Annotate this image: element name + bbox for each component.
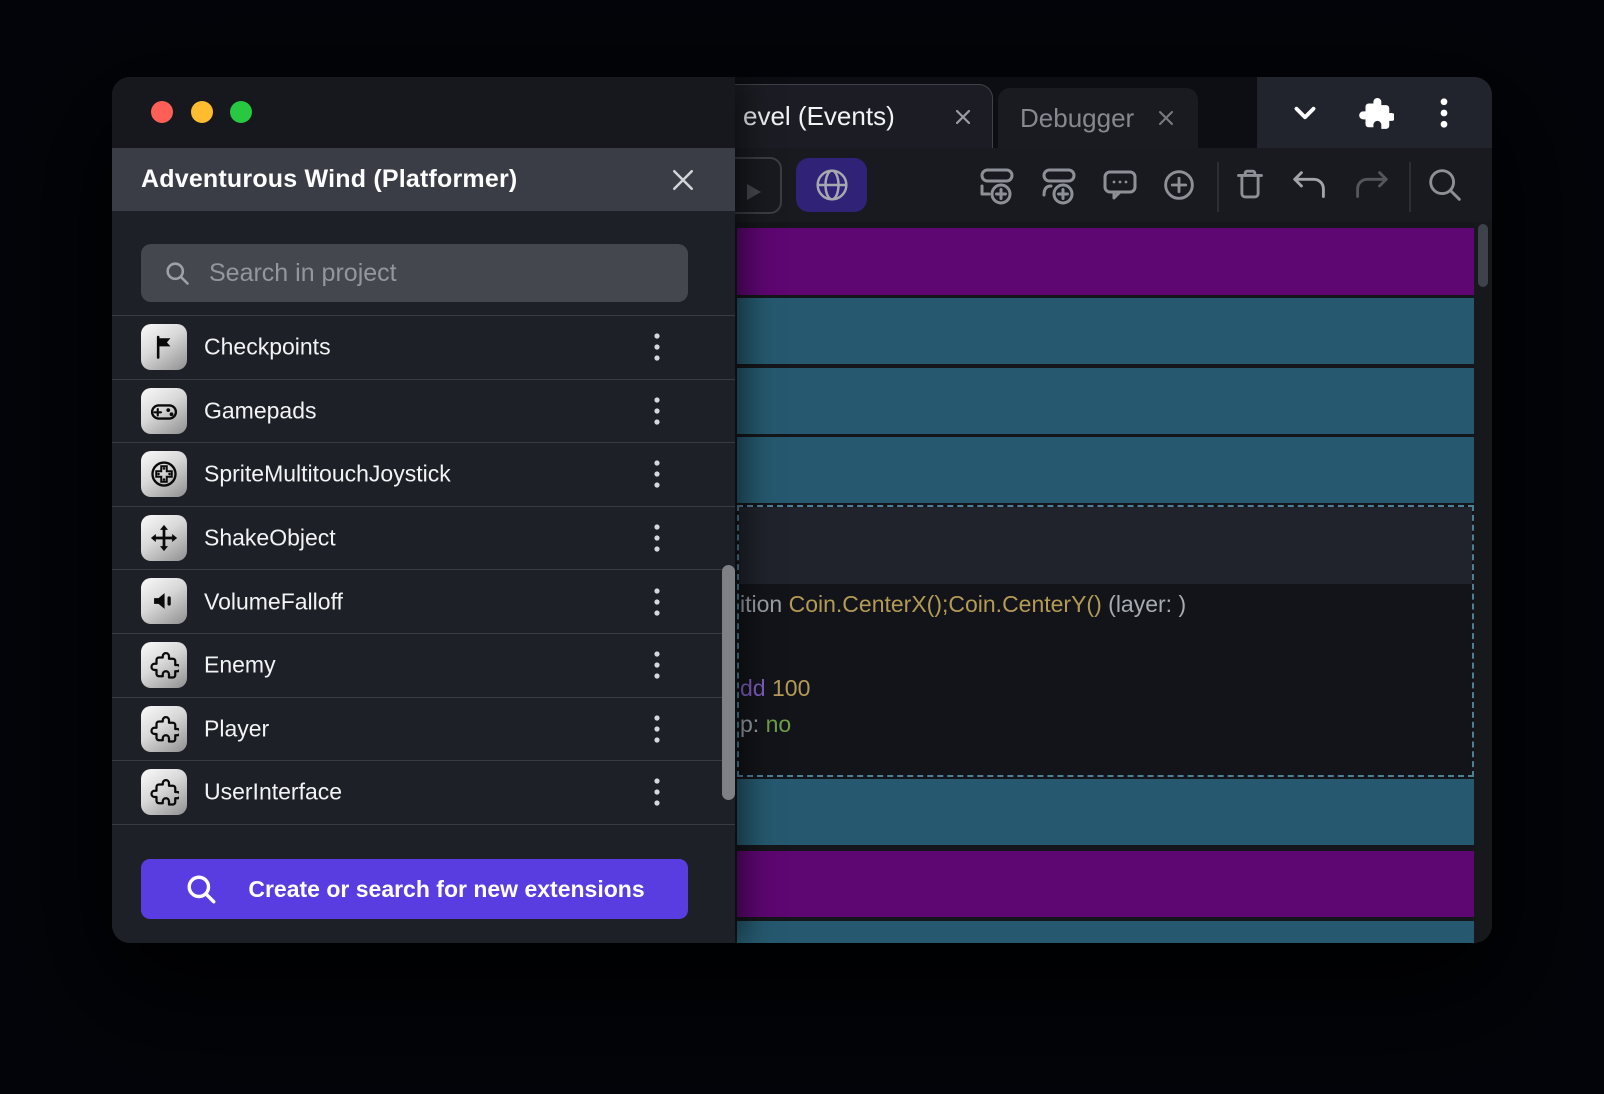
search-icon	[184, 872, 218, 906]
event-row[interactable]	[737, 228, 1474, 295]
action-text-prefix: ition	[740, 591, 789, 617]
item-menu-button[interactable]	[642, 327, 672, 367]
extensions-list: Checkpoints Gamepads SpriteMultitouchJoy…	[112, 315, 735, 825]
events-scrollbar-thumb[interactable]	[1478, 224, 1488, 287]
speaker-icon	[141, 578, 187, 624]
event-condition-area	[739, 507, 1472, 584]
search-icon	[163, 259, 191, 287]
tab-level-events[interactable]: evel (Events)	[720, 84, 993, 148]
trash-icon[interactable]	[1226, 161, 1274, 209]
globe-button[interactable]	[796, 158, 867, 212]
toolbar-divider	[1409, 162, 1411, 212]
kebab-menu-icon[interactable]	[1422, 91, 1466, 135]
list-item-label: Checkpoints	[204, 334, 331, 361]
event-row[interactable]	[737, 437, 1474, 503]
dropdown-arrow-icon	[747, 184, 761, 200]
event-row[interactable]	[737, 779, 1474, 845]
button-label: Create or search for new extensions	[248, 876, 644, 903]
item-menu-button[interactable]	[642, 391, 672, 431]
list-item-userinterface[interactable]: UserInterface	[112, 761, 735, 825]
list-item-label: UserInterface	[204, 779, 342, 806]
list-item-enemy[interactable]: Enemy	[112, 634, 735, 698]
puzzle-icon	[141, 769, 187, 815]
flag-icon	[141, 324, 187, 370]
list-item-shakeobject[interactable]: ShakeObject	[112, 507, 735, 571]
puzzle-icon	[141, 706, 187, 752]
list-item-label: Enemy	[204, 652, 276, 679]
project-search[interactable]	[141, 244, 688, 302]
add-circle-icon[interactable]	[1155, 161, 1203, 209]
undo-icon[interactable]	[1287, 161, 1335, 209]
selected-event[interactable]	[737, 505, 1474, 777]
action-param-value: no	[766, 711, 792, 737]
item-menu-button[interactable]	[642, 645, 672, 685]
action-text-suffix: (layer: )	[1102, 591, 1186, 617]
event-row[interactable]	[737, 851, 1474, 917]
list-item-label: ShakeObject	[204, 525, 336, 552]
action-param-label: p:	[740, 711, 766, 737]
item-menu-button[interactable]	[642, 454, 672, 494]
list-item-checkpoints[interactable]: Checkpoints	[112, 316, 735, 380]
close-window-button[interactable]	[151, 101, 173, 123]
list-item-volumefalloff[interactable]: VolumeFalloff	[112, 570, 735, 634]
list-item-spritemultitouchjoystick[interactable]: SpriteMultitouchJoystick	[112, 443, 735, 507]
item-menu-button[interactable]	[642, 709, 672, 749]
tab-label: evel (Events)	[743, 101, 895, 132]
puzzle-icon[interactable]	[1353, 91, 1397, 135]
list-item-label: Gamepads	[204, 397, 317, 424]
zoom-window-button[interactable]	[230, 101, 252, 123]
event-action-text: p: no	[740, 710, 791, 738]
search-icon[interactable]	[1421, 161, 1469, 209]
list-item-label: VolumeFalloff	[204, 588, 343, 615]
create-search-extensions-button[interactable]: Create or search for new extensions	[141, 859, 688, 919]
panel-scrollbar-thumb[interactable]	[722, 565, 735, 800]
puzzle-icon	[141, 642, 187, 688]
close-icon	[668, 165, 698, 195]
tab-debugger[interactable]: Debugger	[998, 88, 1198, 148]
app-window: evel (Events) Debugger	[112, 77, 1492, 943]
add-event-icon[interactable]	[973, 161, 1021, 209]
window-titlebar	[112, 77, 735, 148]
event-row[interactable]	[737, 298, 1474, 364]
move-arrows-icon	[141, 515, 187, 561]
redo-icon[interactable]	[1346, 161, 1394, 209]
minimize-window-button[interactable]	[191, 101, 213, 123]
item-menu-button[interactable]	[642, 772, 672, 812]
event-row[interactable]	[737, 368, 1474, 434]
event-row[interactable]	[737, 921, 1474, 943]
list-item-player[interactable]: Player	[112, 698, 735, 762]
joystick-icon	[141, 451, 187, 497]
list-item-label: SpriteMultitouchJoystick	[204, 461, 451, 488]
project-manager-panel: Adventurous Wind (Platformer) Checkpoint…	[112, 77, 735, 943]
event-action-text: ition Coin.CenterX();Coin.CenterY() (lay…	[740, 590, 1186, 618]
desktop: evel (Events) Debugger	[0, 0, 1604, 1094]
panel-header: Adventurous Wind (Platformer)	[112, 148, 735, 211]
search-input[interactable]	[209, 259, 674, 288]
comment-icon[interactable]	[1096, 161, 1144, 209]
close-icon[interactable]	[1154, 106, 1178, 130]
item-menu-button[interactable]	[642, 518, 672, 558]
tab-label: Debugger	[1020, 103, 1134, 134]
events-scrollbar-track[interactable]	[1474, 222, 1492, 943]
globe-icon	[811, 164, 853, 206]
window-controls-section	[1257, 77, 1492, 148]
list-item-gamepads[interactable]: Gamepads	[112, 380, 735, 444]
action-value: 100	[772, 675, 810, 701]
action-operator: dd	[740, 675, 766, 701]
toolbar-divider	[1217, 162, 1219, 212]
item-menu-button[interactable]	[642, 582, 672, 622]
chevron-down-icon[interactable]	[1283, 91, 1327, 135]
event-action-text: dd 100	[740, 674, 810, 702]
add-subevent-icon[interactable]	[1035, 161, 1083, 209]
gamepad-icon	[141, 388, 187, 434]
close-panel-button[interactable]	[667, 164, 699, 196]
close-icon[interactable]	[951, 105, 975, 129]
action-expression: Coin.CenterX();Coin.CenterY()	[789, 591, 1102, 617]
panel-title: Adventurous Wind (Platformer)	[141, 165, 517, 194]
list-item-label: Player	[204, 715, 269, 742]
